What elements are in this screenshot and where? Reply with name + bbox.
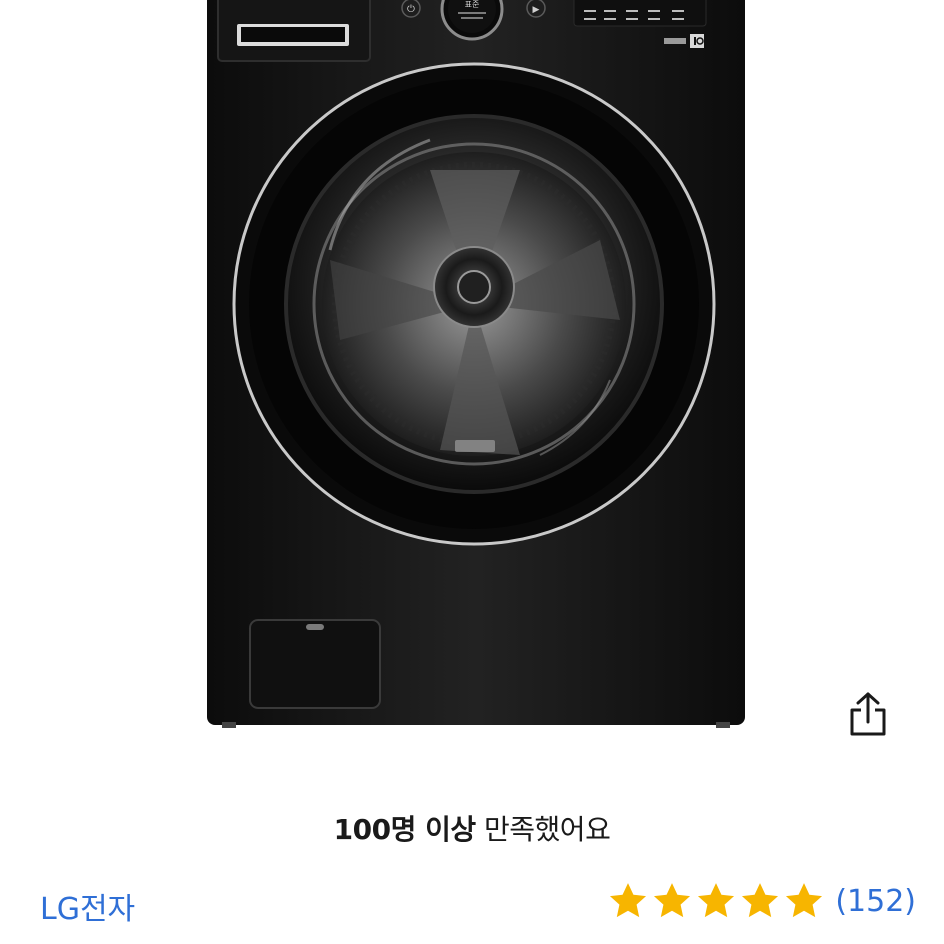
- satisfaction-count: 100명 이상: [333, 813, 476, 846]
- svg-text:▶: ▶: [533, 5, 540, 15]
- share-icon: [850, 692, 886, 736]
- dial-label: 표준: [465, 0, 480, 9]
- filter-door: [249, 619, 381, 709]
- machine-foot-left: [222, 722, 236, 728]
- star-icon: [654, 883, 691, 918]
- share-button[interactable]: [838, 684, 898, 744]
- energy-badge-icon: [664, 38, 686, 44]
- product-image: ⏻ 표준 ▶: [207, 0, 745, 728]
- star-icon: [610, 883, 647, 918]
- machine-foot-right: [716, 722, 730, 728]
- satisfaction-text: 만족했어요: [484, 813, 611, 846]
- svg-text:⏻: ⏻: [407, 4, 415, 15]
- rating-summary[interactable]: (152): [607, 880, 916, 922]
- star-rating: [607, 880, 825, 922]
- satisfaction-headline: 100명 이상 만족했어요: [0, 808, 944, 848]
- display-panel: [573, 0, 707, 27]
- star-icon: [786, 883, 823, 918]
- star-icon: [698, 883, 735, 918]
- star-icon: [742, 883, 779, 918]
- brand-link[interactable]: LG전자: [40, 884, 135, 928]
- review-count: (152): [835, 883, 916, 919]
